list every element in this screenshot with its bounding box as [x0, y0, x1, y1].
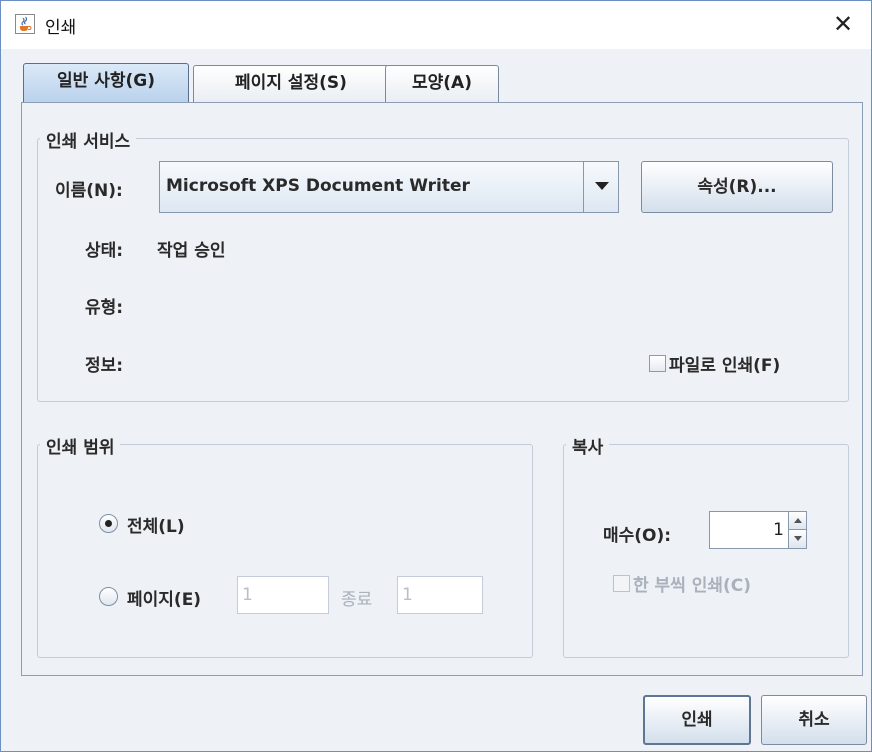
- all-label[interactable]: 전체(L): [127, 512, 185, 537]
- combo-divider: [583, 162, 584, 212]
- print-to-file-label[interactable]: 파일로 인쇄(F): [669, 351, 780, 376]
- print-range-title: 인쇄 범위: [40, 433, 121, 458]
- collate-checkbox[interactable]: [613, 575, 630, 592]
- pages-radio[interactable]: [99, 587, 118, 606]
- copies-count-value: 1: [773, 520, 784, 540]
- printer-name: Microsoft XPS Document Writer: [166, 176, 470, 196]
- status-value: 작업 승인: [157, 241, 226, 261]
- dropdown-arrow-icon[interactable]: [595, 182, 609, 190]
- status-label: 상태:: [85, 241, 124, 261]
- from-page-input[interactable]: 1: [237, 576, 329, 614]
- to-page-input[interactable]: 1: [397, 576, 483, 614]
- spinner-down-icon[interactable]: [788, 530, 806, 548]
- copies-spinner[interactable]: 1: [709, 511, 807, 549]
- print-range-group: 인쇄 범위: [37, 433, 533, 658]
- close-icon[interactable]: ✕: [823, 7, 863, 43]
- type-label: 유형:: [85, 298, 124, 318]
- pages-label[interactable]: 페이지(E): [127, 585, 201, 610]
- spinner-up-icon[interactable]: [788, 512, 806, 530]
- print-to-file-checkbox[interactable]: [649, 355, 666, 372]
- java-cup-icon: [15, 14, 35, 34]
- tab-general[interactable]: 일반 사항(G): [23, 63, 189, 103]
- name-label: 이름(N):: [55, 181, 123, 201]
- copies-count-label: 매수(O):: [603, 526, 672, 546]
- tab-appearance[interactable]: 모양(A): [385, 65, 499, 103]
- properties-button[interactable]: 속성(R)...: [641, 161, 833, 213]
- window-title: 인쇄: [45, 18, 77, 38]
- copies-title: 복사: [566, 433, 610, 458]
- copies-group: 복사: [563, 433, 849, 658]
- cancel-button[interactable]: 취소: [761, 695, 867, 745]
- print-service-title: 인쇄 서비스: [40, 127, 137, 152]
- info-label: 정보:: [85, 356, 124, 376]
- print-button[interactable]: 인쇄: [643, 695, 751, 745]
- radio-selected-dot: [105, 520, 112, 527]
- all-radio[interactable]: [99, 514, 118, 533]
- to-label: 종료: [341, 590, 373, 610]
- title-bar: 인쇄 ✕: [1, 1, 871, 49]
- collate-label[interactable]: 한 부씩 인쇄(C): [633, 571, 751, 596]
- tab-page-setup[interactable]: 페이지 설정(S): [193, 65, 389, 103]
- printer-select[interactable]: Microsoft XPS Document Writer: [159, 161, 619, 213]
- print-dialog: 인쇄 ✕ 일반 사항(G) 페이지 설정(S) 모양(A) 인쇄 서비스 이름(…: [0, 0, 872, 752]
